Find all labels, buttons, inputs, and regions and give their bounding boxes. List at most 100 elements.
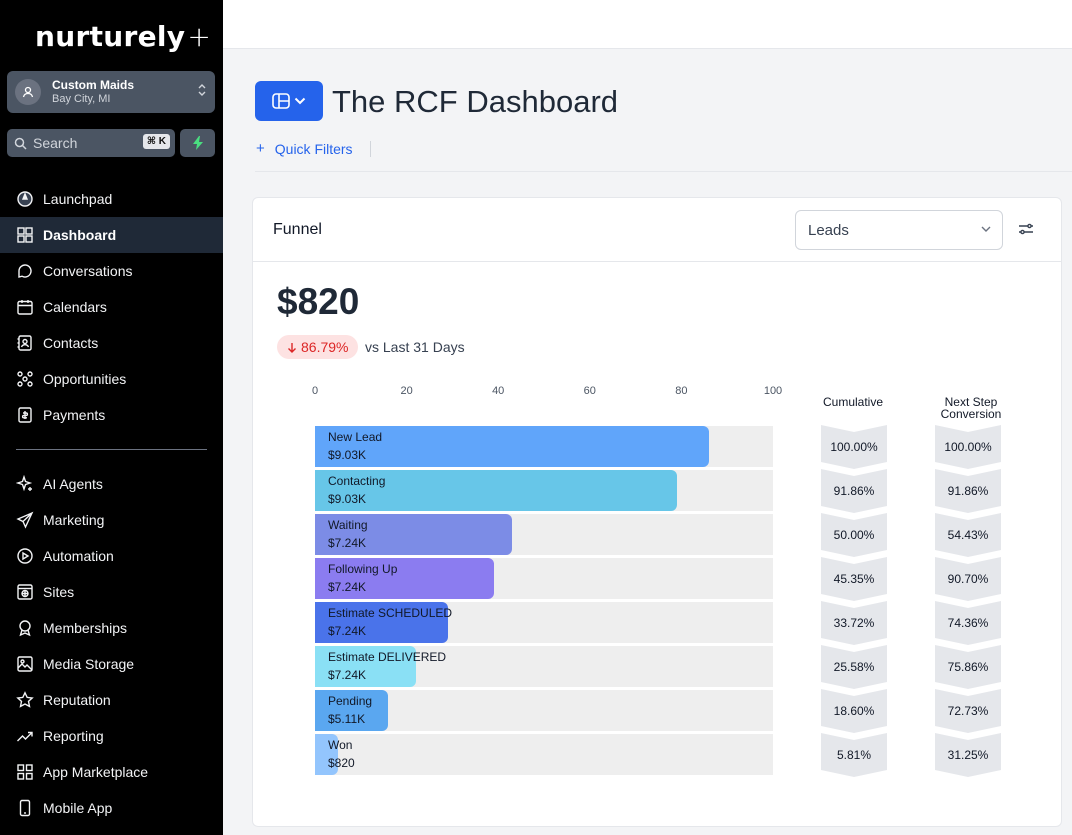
sidebar-item-launchpad[interactable]: Launchpad (0, 181, 223, 217)
sidebar-item-dashboard[interactable]: Dashboard (0, 217, 223, 253)
sparkle-icon (16, 475, 33, 492)
divider (255, 171, 1072, 172)
sites-icon (17, 584, 33, 600)
dashboard-icon (17, 227, 33, 243)
next-step-value: 91.86% (935, 469, 1001, 513)
apps-icon (17, 764, 33, 780)
change-value: 86.79% (301, 339, 349, 355)
plus-icon: + (256, 140, 265, 157)
sidebar-item-marketing[interactable]: Marketing (0, 502, 223, 538)
sidebar-item-app-marketplace[interactable]: App Marketplace (0, 754, 223, 790)
sidebar-item-label: AI Agents (43, 476, 103, 492)
chevron-down-icon (981, 226, 991, 232)
page-title: The RCF Dashboard (332, 84, 619, 119)
cumulative-value: 33.72% (821, 601, 887, 645)
brand-logo[interactable]: nurturely+ (35, 20, 211, 53)
sidebar-item-memberships[interactable]: Memberships (0, 610, 223, 646)
send-icon (16, 511, 34, 529)
search-icon (14, 137, 27, 150)
sidebar-item-reputation[interactable]: Reputation (0, 682, 223, 718)
stage-name: Waiting (328, 518, 368, 532)
stage-name: Pending (328, 694, 373, 708)
stage-amount: $7.24K (328, 580, 367, 594)
x-tick-label: 40 (492, 385, 505, 397)
opportunities-icon (17, 371, 33, 387)
next-step-value: 90.70% (935, 557, 1001, 601)
cumulative-value: 5.81% (821, 733, 887, 777)
sidebar-item-label: Dashboard (43, 227, 117, 243)
user-icon (22, 86, 34, 98)
quick-filters-button[interactable]: + Quick Filters (256, 140, 353, 157)
sidebar-item-label: Media Storage (43, 656, 135, 672)
stage-label: Won $820 (328, 736, 355, 772)
account-switcher[interactable]: Custom Maids Bay City, MI (7, 71, 215, 113)
stage-label: Waiting $7.24K (328, 516, 368, 552)
next-step-value: 31.25% (935, 733, 1001, 777)
sidebar-item-label: Launchpad (43, 191, 113, 207)
sidebar-item-label: Sites (43, 584, 75, 600)
pipeline-select-value: Leads (808, 221, 849, 239)
cumulative-header-label: Cumulative (822, 395, 884, 409)
cumulative-value: 45.35% (821, 557, 887, 601)
stage-amount: $7.24K (328, 668, 367, 682)
stage-name: Won (328, 738, 353, 752)
sidebar-item-contacts[interactable]: Contacts (0, 325, 223, 361)
card-header: Funnel Leads (253, 198, 1061, 262)
next-step-value: 54.43% (935, 513, 1001, 557)
stage-amount: $7.24K (328, 536, 367, 550)
sidebar-item-label: Conversations (43, 263, 133, 279)
dashboard-switcher-button[interactable] (255, 81, 323, 121)
arrow-down-icon (288, 342, 296, 353)
next-step-value: 74.36% (935, 601, 1001, 645)
next-step-header: Next Step Conversion (926, 396, 1016, 420)
cumulative-value: 25.58% (821, 645, 887, 689)
sidebar-item-opportunities[interactable]: Opportunities (0, 361, 223, 397)
sidebar: nurturely+ Custom Maids Bay City, MI Sea… (0, 0, 223, 835)
stage-label: Pending $5.11K (328, 692, 372, 728)
stage-label: New Lead $9.03K (328, 428, 382, 464)
x-tick-label: 0 (311, 385, 319, 397)
pipeline-select[interactable]: Leads (795, 210, 1003, 250)
next-step-header-line2: Conversion (940, 407, 1002, 421)
contacts-icon (17, 335, 32, 351)
quick-action-button[interactable] (180, 129, 215, 157)
sidebar-item-media-storage[interactable]: Media Storage (0, 646, 223, 682)
sidebar-item-label: Automation (43, 548, 114, 564)
sidebar-item-label: Marketing (43, 512, 105, 528)
sidebar-item-payments[interactable]: Payments (0, 397, 223, 433)
chat-icon (18, 264, 32, 278)
trend-icon (17, 731, 33, 742)
logo-plus: + (187, 20, 212, 53)
stage-amount: $820 (328, 756, 355, 770)
search-placeholder: Search (33, 135, 78, 151)
sidebar-item-sites[interactable]: Sites (0, 574, 223, 610)
sidebar-item-label: Mobile App (43, 800, 113, 816)
star-icon (16, 691, 34, 708)
nav-divider (16, 449, 207, 450)
launchpad-icon (17, 191, 33, 207)
bolt-icon (192, 136, 203, 150)
sidebar-item-mobile-app[interactable]: Mobile App (0, 790, 223, 826)
stage-name: Estimate DELIVERED (328, 650, 447, 664)
sidebar-item-conversations[interactable]: Conversations (0, 253, 223, 289)
x-tick-label: 20 (400, 385, 413, 397)
mobile-icon (19, 799, 31, 817)
comparison-label: vs Last 31 Days (365, 339, 465, 355)
sidebar-item-label: Contacts (43, 335, 99, 351)
stage-amount: $5.11K (328, 712, 366, 726)
cumulative-value: 100.00% (821, 425, 887, 469)
sliders-icon[interactable] (1017, 220, 1035, 238)
calendar-icon (17, 300, 33, 315)
stage-amount: $9.03K (328, 448, 367, 462)
sidebar-item-calendars[interactable]: Calendars (0, 289, 223, 325)
sidebar-item-ai-agents[interactable]: AI Agents (0, 466, 223, 502)
stage-label: Estimate SCHEDULED $7.24K (328, 604, 452, 640)
change-badge: 86.79% (277, 335, 359, 359)
cumulative-value: 50.00% (821, 513, 887, 557)
sidebar-item-reporting[interactable]: Reporting (0, 718, 223, 754)
search-shortcut: ⌘ K (142, 134, 170, 149)
sidebar-item-label: Reputation (43, 692, 111, 708)
search-input[interactable]: Search ⌘ K (7, 129, 175, 157)
stage-amount: $9.03K (328, 492, 367, 506)
sidebar-item-automation[interactable]: Automation (0, 538, 223, 574)
